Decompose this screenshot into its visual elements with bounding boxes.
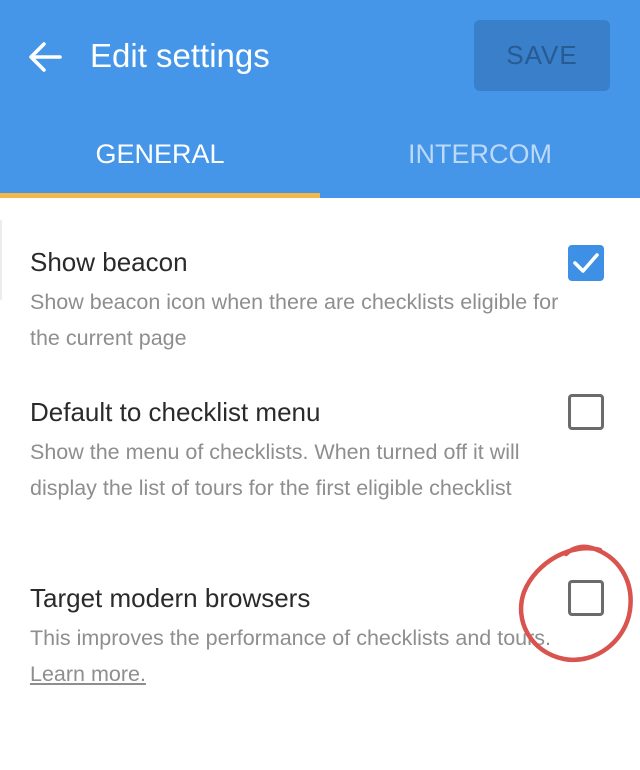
page-title: Edit settings <box>90 37 270 74</box>
tab-general[interactable]: GENERAL <box>0 134 320 174</box>
learn-more-link[interactable]: Learn more. <box>30 662 146 686</box>
setting-target-modern-browsers: Target modern browsers This improves the… <box>30 580 560 692</box>
checkmark-icon <box>573 253 599 273</box>
setting-title: Show beacon <box>30 247 188 277</box>
setting-title: Default to checklist menu <box>30 397 321 427</box>
setting-description: This improves the performance of checkli… <box>30 620 560 692</box>
panel-edge <box>0 220 2 300</box>
setting-default-checklist-menu: Default to checklist menu Show the menu … <box>30 394 560 506</box>
setting-show-beacon: Show beacon Show beacon icon when there … <box>30 244 560 356</box>
back-arrow-icon[interactable] <box>26 38 64 76</box>
tab-intercom[interactable]: INTERCOM <box>320 134 640 174</box>
setting-description: Show the menu of checklists. When turned… <box>30 440 520 500</box>
annotation-circle-icon <box>518 544 633 663</box>
show-beacon-checkbox[interactable] <box>568 245 604 281</box>
setting-description: Show beacon icon when there are checklis… <box>30 290 559 350</box>
active-tab-indicator <box>0 193 320 198</box>
default-checklist-menu-checkbox[interactable] <box>568 394 604 430</box>
app-header: Edit settings SAVE GENERAL INTERCOM <box>0 0 640 198</box>
setting-title: Target modern browsers <box>30 583 311 613</box>
save-button[interactable]: SAVE <box>474 20 610 91</box>
setting-description-text: This improves the performance of checkli… <box>30 626 551 650</box>
